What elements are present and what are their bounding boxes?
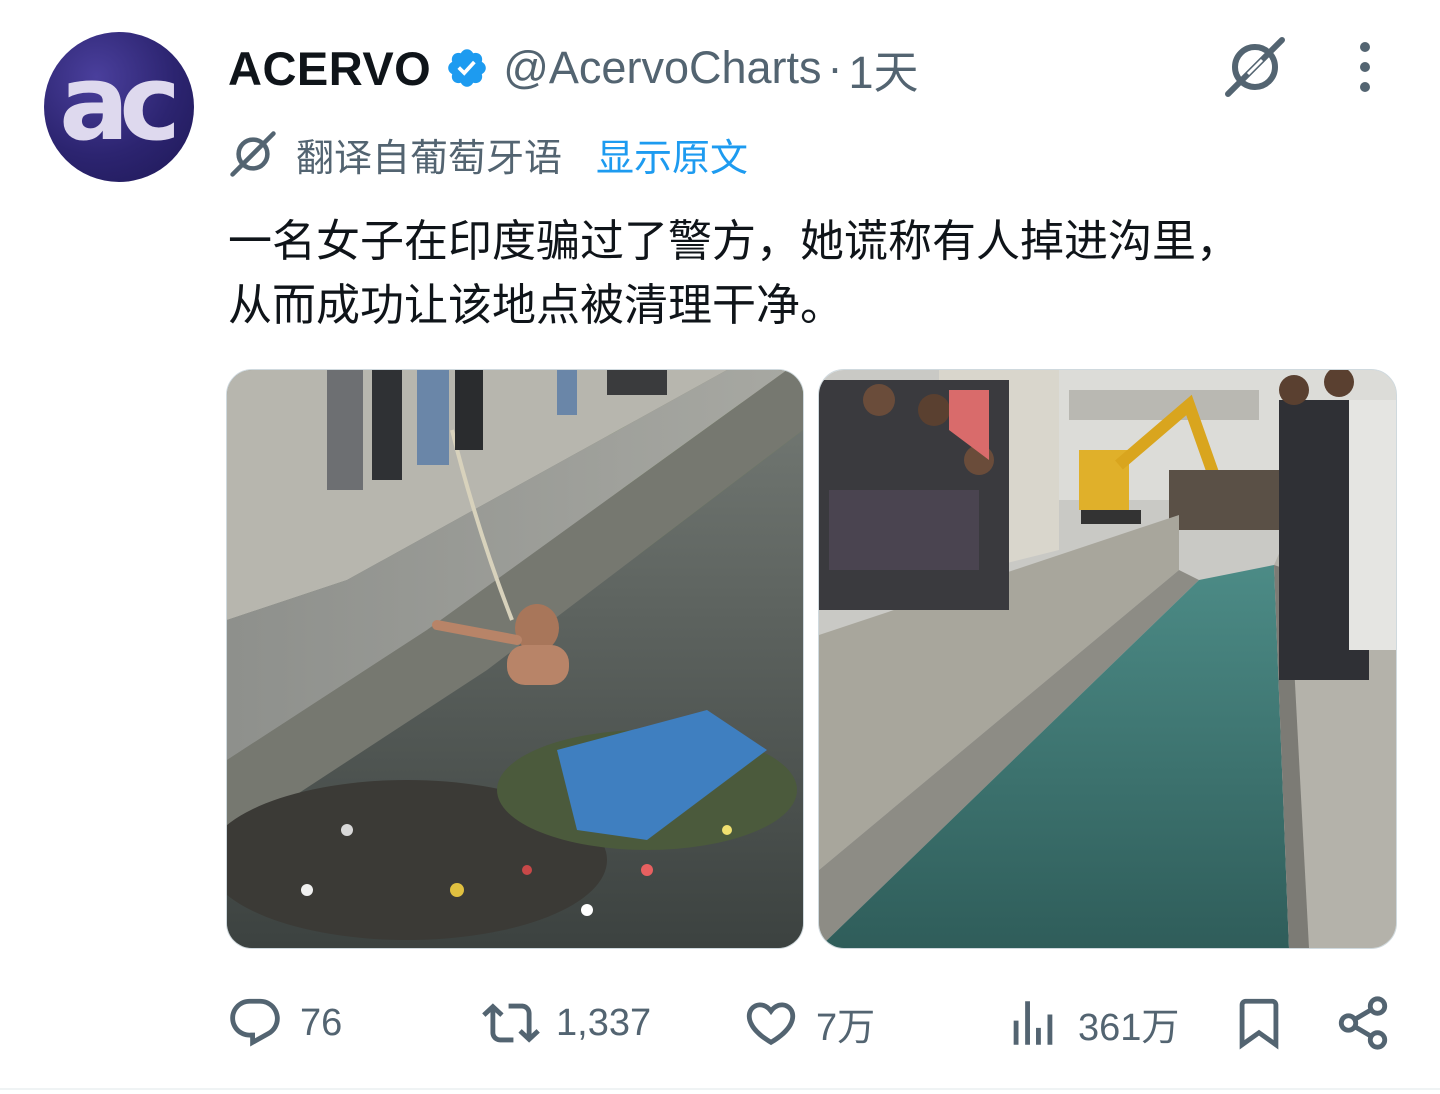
tweet-action-bar: 76 1,337 7万 361万 bbox=[0, 988, 1440, 1058]
tweet-divider bbox=[0, 1088, 1440, 1090]
bookmark-icon bbox=[1239, 998, 1279, 1050]
author-display-name[interactable]: ACERVO bbox=[228, 41, 431, 96]
tweet-header: ACERVO @AcervoCharts · 1天 bbox=[228, 38, 919, 98]
show-original-link[interactable]: 显示原文 bbox=[596, 127, 748, 182]
tweet-text-line-1: 一名女子在印度骗过了警方，她谎称有人掉进沟里， bbox=[228, 216, 1240, 267]
photo-clean-canal[interactable] bbox=[818, 369, 1397, 949]
tweet-text: 一名女子在印度骗过了警方，她谎称有人掉进沟里， 从而成功让该地点被清理干净。 bbox=[228, 210, 1398, 338]
avatar-logo-text: ac bbox=[59, 42, 181, 164]
retweet-button[interactable]: 1,337 bbox=[482, 988, 651, 1058]
author-avatar[interactable]: ac bbox=[44, 32, 194, 182]
bookmark-button[interactable] bbox=[1230, 988, 1288, 1058]
grok-icon[interactable] bbox=[1222, 34, 1288, 100]
reply-button[interactable]: 76 bbox=[226, 988, 342, 1058]
views-count: 361万 bbox=[1078, 1006, 1180, 1049]
retweet-icon bbox=[482, 1003, 540, 1043]
views-button[interactable]: 361万 bbox=[1004, 988, 1179, 1058]
share-button[interactable] bbox=[1334, 988, 1392, 1058]
like-count: 7万 bbox=[816, 1006, 876, 1049]
author-handle[interactable]: @AcervoCharts bbox=[503, 42, 821, 94]
like-button[interactable]: 7万 bbox=[742, 988, 875, 1058]
reply-icon bbox=[230, 998, 280, 1047]
retweet-count: 1,337 bbox=[556, 1001, 652, 1044]
translation-bar: 翻译自葡萄牙语 显示原文 bbox=[228, 126, 748, 182]
tweet-timestamp[interactable]: 1天 bbox=[849, 36, 919, 101]
reply-count: 76 bbox=[300, 1001, 343, 1044]
dirty-canal-image bbox=[227, 370, 803, 948]
tweet-text-line-2: 从而成功让该地点被清理干净。 bbox=[228, 280, 844, 331]
more-vertical-icon[interactable] bbox=[1352, 40, 1378, 94]
share-icon bbox=[1338, 996, 1388, 1050]
photo-dirty-canal[interactable] bbox=[226, 369, 804, 949]
clean-canal-image bbox=[819, 370, 1396, 948]
heart-icon bbox=[746, 1002, 796, 1046]
header-separator: · bbox=[827, 42, 843, 93]
verified-badge-icon bbox=[448, 49, 487, 87]
views-chart-icon bbox=[1013, 1001, 1053, 1045]
translated-from-label: 翻译自葡萄牙语 bbox=[296, 135, 563, 180]
grok-translate-icon bbox=[230, 131, 276, 177]
